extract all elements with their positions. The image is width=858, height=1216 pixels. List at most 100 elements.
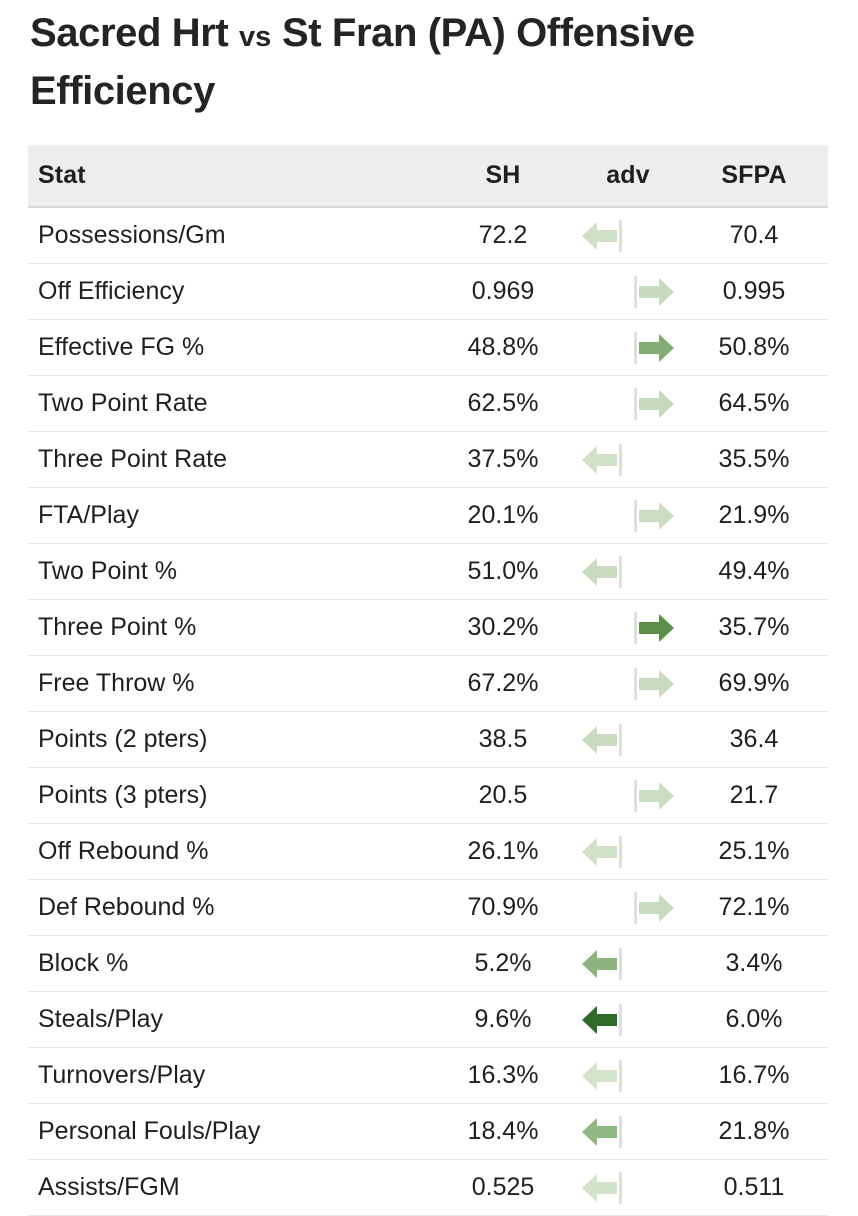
away-team-value-cell: 21.7 xyxy=(688,767,828,824)
stat-name-cell: Steals/Play xyxy=(28,991,438,1048)
advantage-arrow-wrap xyxy=(568,880,688,935)
arrow-left-icon xyxy=(581,1171,627,1205)
arrow-left-icon xyxy=(581,1003,627,1037)
advantage-cell xyxy=(568,879,688,936)
home-team-value-cell: 30.2% xyxy=(438,599,568,656)
away-team-value-cell: 16.7% xyxy=(688,1047,828,1104)
stat-name-cell: Off Efficiency xyxy=(28,263,438,320)
advantage-arrow-wrap xyxy=(568,544,688,599)
advantage-arrow-wrap xyxy=(568,432,688,487)
stat-name-cell: Three Point % xyxy=(28,599,438,656)
home-team-value-cell: 18.4% xyxy=(438,1103,568,1160)
home-team-value-cell: 5.2% xyxy=(438,935,568,992)
advantage-cell xyxy=(568,543,688,600)
advantage-arrow-wrap xyxy=(568,1160,688,1215)
home-team-value-cell: 26.1% xyxy=(438,823,568,880)
away-team-value-cell: 21.9% xyxy=(688,487,828,544)
home-team-value-cell: 20.1% xyxy=(438,487,568,544)
arrow-left-icon xyxy=(581,947,627,981)
stats-table-container: Stat SH adv SFPA Possessions/Gm 72.2 70.4 O… xyxy=(28,145,828,1216)
away-team-value-cell: 0.511 xyxy=(688,1159,828,1216)
away-team-value-cell: 0.995 xyxy=(688,263,828,320)
arrow-right-icon xyxy=(629,779,675,813)
table-row: Three Point % 30.2% 35.7% xyxy=(28,599,828,656)
advantage-arrow-wrap xyxy=(568,376,688,431)
home-team-value-cell: 9.6% xyxy=(438,991,568,1048)
stat-name-cell: Effective FG % xyxy=(28,319,438,376)
table-row: Effective FG % 48.8% 50.8% xyxy=(28,319,828,376)
table-row: Off Efficiency 0.969 0.995 xyxy=(28,263,828,320)
arrow-left-icon xyxy=(581,835,627,869)
table-row: Steals/Play 9.6% 6.0% xyxy=(28,991,828,1048)
advantage-cell xyxy=(568,655,688,712)
advantage-arrow-wrap xyxy=(568,1048,688,1103)
advantage-arrow-wrap xyxy=(568,208,688,263)
arrow-left-icon xyxy=(581,1115,627,1149)
table-row: Assists/FGM 0.525 0.511 xyxy=(28,1159,828,1216)
home-team-value-cell: 16.3% xyxy=(438,1047,568,1104)
table-row: Def Rebound % 70.9% 72.1% xyxy=(28,879,828,936)
advantage-arrow-wrap xyxy=(568,320,688,375)
advantage-arrow-wrap xyxy=(568,488,688,543)
table-header-row: Stat SH adv SFPA xyxy=(28,145,828,208)
column-header-home-team: SH xyxy=(438,145,568,208)
stat-name-cell: Block % xyxy=(28,935,438,992)
page-title: Sacred Hrt vs St Fran (PA) Offensive Eff… xyxy=(0,0,800,118)
away-team-value-cell: 69.9% xyxy=(688,655,828,712)
table-row: Possessions/Gm 72.2 70.4 xyxy=(28,207,828,264)
advantage-cell xyxy=(568,599,688,656)
arrow-right-icon xyxy=(629,331,675,365)
away-team-value-cell: 35.5% xyxy=(688,431,828,488)
advantage-arrow-wrap xyxy=(568,656,688,711)
stat-name-cell: Possessions/Gm xyxy=(28,207,438,264)
table-body: Possessions/Gm 72.2 70.4 Off Efficiency 0.96… xyxy=(28,207,828,1216)
arrow-right-icon xyxy=(629,667,675,701)
stats-page: Sacred Hrt vs St Fran (PA) Offensive Eff… xyxy=(0,0,858,1216)
home-team-value-cell: 70.9% xyxy=(438,879,568,936)
table-row: Off Rebound % 26.1% 25.1% xyxy=(28,823,828,880)
away-team-value-cell: 70.4 xyxy=(688,207,828,264)
advantage-cell xyxy=(568,263,688,320)
stat-name-cell: Free Throw % xyxy=(28,655,438,712)
offensive-efficiency-table: Stat SH adv SFPA Possessions/Gm 72.2 70.4 O… xyxy=(28,145,828,1216)
stat-name-cell: Personal Fouls/Play xyxy=(28,1103,438,1160)
arrow-right-icon xyxy=(629,499,675,533)
column-header-stat: Stat xyxy=(28,145,438,208)
home-team-value-cell: 51.0% xyxy=(438,543,568,600)
stat-name-cell: Points (3 pters) xyxy=(28,767,438,824)
home-team-value-cell: 62.5% xyxy=(438,375,568,432)
arrow-right-icon xyxy=(629,275,675,309)
home-team-value-cell: 0.969 xyxy=(438,263,568,320)
away-team-value-cell: 35.7% xyxy=(688,599,828,656)
home-team-value-cell: 67.2% xyxy=(438,655,568,712)
advantage-cell xyxy=(568,711,688,768)
page-title-team-home: Sacred Hrt xyxy=(30,11,229,55)
advantage-cell xyxy=(568,991,688,1048)
advantage-arrow-wrap xyxy=(568,824,688,879)
advantage-arrow-wrap xyxy=(568,712,688,767)
advantage-cell xyxy=(568,431,688,488)
home-team-value-cell: 48.8% xyxy=(438,319,568,376)
column-header-advantage: adv xyxy=(568,145,688,208)
advantage-arrow-wrap xyxy=(568,1104,688,1159)
stat-name-cell: Three Point Rate xyxy=(28,431,438,488)
away-team-value-cell: 21.8% xyxy=(688,1103,828,1160)
home-team-value-cell: 0.525 xyxy=(438,1159,568,1216)
stat-name-cell: Points (2 pters) xyxy=(28,711,438,768)
stat-name-cell: Def Rebound % xyxy=(28,879,438,936)
arrow-right-icon xyxy=(629,387,675,421)
arrow-left-icon xyxy=(581,1059,627,1093)
away-team-value-cell: 49.4% xyxy=(688,543,828,600)
advantage-cell xyxy=(568,375,688,432)
column-header-away-team: SFPA xyxy=(688,145,828,208)
advantage-cell xyxy=(568,487,688,544)
arrow-right-icon xyxy=(629,891,675,925)
away-team-value-cell: 72.1% xyxy=(688,879,828,936)
table-row: Two Point % 51.0% 49.4% xyxy=(28,543,828,600)
away-team-value-cell: 64.5% xyxy=(688,375,828,432)
stat-name-cell: Two Point % xyxy=(28,543,438,600)
table-row: FTA/Play 20.1% 21.9% xyxy=(28,487,828,544)
advantage-cell xyxy=(568,319,688,376)
table-row: Turnovers/Play 16.3% 16.7% xyxy=(28,1047,828,1104)
advantage-cell xyxy=(568,1159,688,1216)
